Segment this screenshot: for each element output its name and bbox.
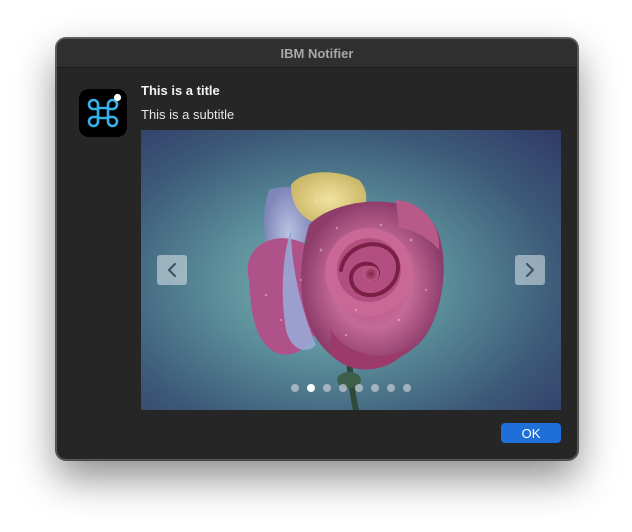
- chevron-right-icon: [525, 262, 535, 278]
- carousel-next-button[interactable]: [515, 255, 545, 285]
- command-key-icon: [79, 89, 127, 137]
- desktop: IBM Notifier This is a title This is a s…: [0, 0, 632, 532]
- rose-image: [247, 172, 444, 410]
- page-dot[interactable]: [339, 384, 347, 392]
- page-dot[interactable]: [403, 384, 411, 392]
- window-titlebar[interactable]: IBM Notifier: [57, 39, 577, 68]
- page-dot-active[interactable]: [307, 384, 315, 392]
- chevron-left-icon: [167, 262, 177, 278]
- page-dot[interactable]: [355, 384, 363, 392]
- carousel-prev-button[interactable]: [157, 255, 187, 285]
- page-dot[interactable]: [387, 384, 395, 392]
- page-dot[interactable]: [291, 384, 299, 392]
- ok-button[interactable]: OK: [501, 423, 561, 443]
- notification-subtitle: This is a subtitle: [141, 107, 235, 122]
- notifier-window: IBM Notifier This is a title This is a s…: [56, 38, 578, 460]
- window-title: IBM Notifier: [280, 45, 354, 61]
- page-dot[interactable]: [371, 384, 379, 392]
- image-carousel[interactable]: [141, 130, 561, 410]
- page-dot[interactable]: [323, 384, 331, 392]
- notification-title: This is a title: [141, 83, 220, 98]
- carousel-page-indicator: [291, 384, 411, 392]
